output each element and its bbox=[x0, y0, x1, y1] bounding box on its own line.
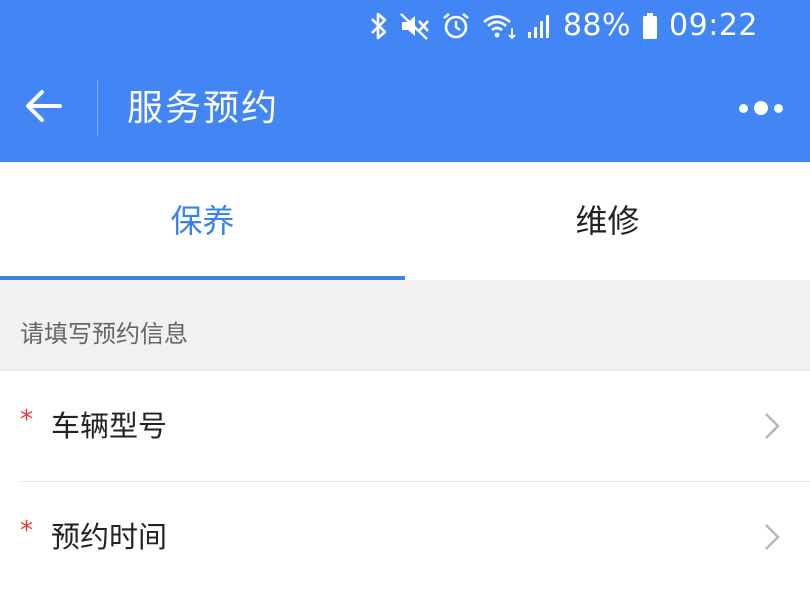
alarm-icon bbox=[441, 11, 471, 41]
tab-bar: 保养 维修 bbox=[0, 162, 810, 280]
field-label: 预约时间 bbox=[51, 520, 168, 554]
form-section-header: 请填写预约信息 bbox=[0, 280, 810, 371]
more-dots-icon-center bbox=[754, 101, 768, 115]
chevron-right-icon bbox=[762, 411, 782, 445]
wifi-icon bbox=[481, 11, 517, 41]
app-header: 88% 09:22 服务预约 bbox=[0, 0, 810, 162]
vehicle-model-field[interactable]: * 车辆型号 bbox=[0, 371, 810, 481]
status-bar: 88% 09:22 bbox=[369, 6, 758, 46]
arrow-left-icon bbox=[24, 86, 64, 130]
more-dots-icon-right bbox=[774, 103, 783, 113]
toolbar: 服务预约 bbox=[0, 62, 810, 154]
toolbar-divider bbox=[97, 80, 98, 136]
signal-icon bbox=[527, 11, 553, 41]
tab-maintenance[interactable]: 保养 bbox=[0, 162, 405, 280]
tab-repair[interactable]: 维修 bbox=[405, 162, 810, 280]
required-mark: * bbox=[20, 405, 33, 435]
chevron-right-icon bbox=[762, 522, 782, 556]
page-title: 服务预约 bbox=[127, 88, 280, 129]
mute-icon bbox=[399, 11, 431, 41]
field-label: 车辆型号 bbox=[51, 409, 168, 443]
more-button[interactable] bbox=[734, 92, 788, 124]
battery-percent: 88% bbox=[562, 8, 632, 43]
appointment-time-field[interactable]: * 预约时间 bbox=[0, 482, 810, 592]
status-time: 09:22 bbox=[669, 8, 758, 43]
more-dots-icon bbox=[739, 103, 748, 113]
required-mark: * bbox=[20, 516, 33, 546]
bluetooth-icon bbox=[369, 11, 389, 41]
battery-icon bbox=[641, 11, 659, 41]
back-button[interactable] bbox=[18, 82, 70, 134]
